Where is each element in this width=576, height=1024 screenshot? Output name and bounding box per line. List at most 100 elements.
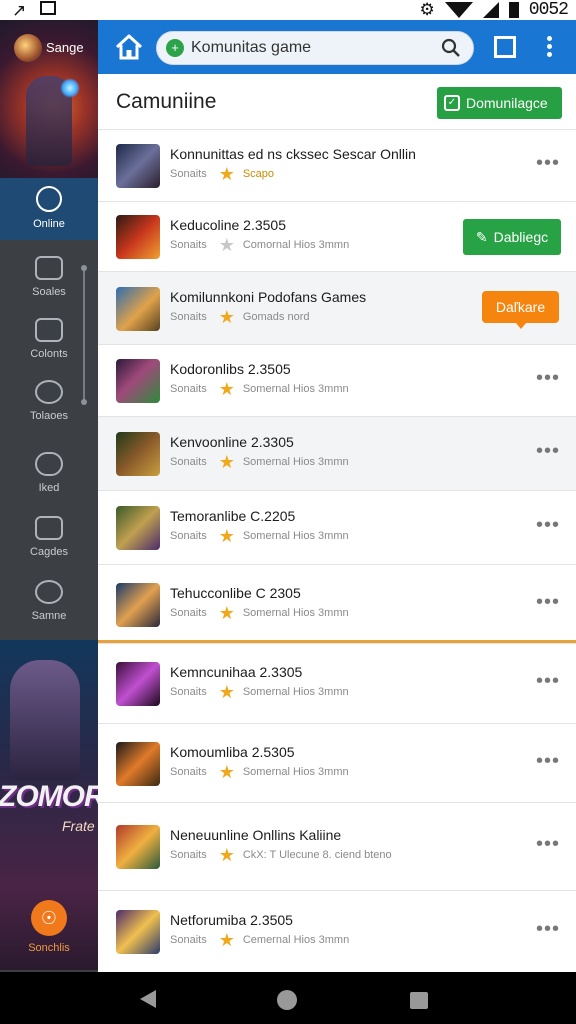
item-title: Kodoronlibs 2.3505 — [170, 361, 291, 377]
item-subtitle: Sonaits — [170, 168, 207, 180]
sidebar: Sange Online Soales Colonts Tolaoes Iked… — [0, 20, 98, 972]
item-title: Konnunittas ed ns ckssec Sescar Onllin — [170, 146, 416, 162]
settings-status-icon: ⚙ — [419, 0, 435, 19]
item-title: Temoranlibe C.2205 — [170, 508, 296, 524]
download-button[interactable]: ✎ Dabliegc — [463, 219, 561, 255]
star-icon: ★ — [218, 307, 235, 327]
clock: 0052 — [528, 0, 569, 20]
wifi-icon — [444, 2, 473, 18]
more-options-icon[interactable]: ••• — [536, 670, 560, 693]
item-description: Somernal Hios 3mmn — [242, 456, 349, 468]
sidebar-bottom-label: Sonchlis — [28, 942, 70, 954]
game-thumbnail — [116, 910, 160, 954]
home-button[interactable] — [114, 33, 144, 61]
system-navbar — [0, 972, 576, 1024]
sidebar-item-label: Iked — [38, 482, 60, 494]
banner-logo: ZOMORK — [0, 780, 98, 813]
item-title: Komilunnkoni Podofans Games — [170, 289, 367, 305]
item-subtitle: Sonaits — [170, 456, 207, 468]
header-action-button[interactable]: ✓ Domunilagce — [437, 87, 562, 119]
item-subtitle: Sonaits — [170, 686, 207, 698]
sidebar-item-cloud[interactable]: Iked — [0, 444, 98, 506]
sidebar-item-label: Samne — [31, 610, 67, 622]
star-icon: ★ — [218, 235, 235, 255]
game-thumbnail — [116, 506, 160, 550]
more-options-icon[interactable]: ••• — [536, 440, 560, 463]
item-meta: Sonaits ★ Somernal Hios 3mmn — [170, 603, 349, 623]
star-icon: ★ — [218, 603, 235, 623]
list-item[interactable]: Keducoline 2.3505 Sonaits ★ Comornal Hios 3… — [98, 201, 576, 271]
online-icon — [36, 186, 62, 212]
install-button[interactable]: Daľkare — [482, 291, 559, 329]
more-options-icon[interactable]: ••• — [536, 367, 560, 390]
banner-artwork — [10, 660, 80, 780]
sidebar-item-cards[interactable]: Cagdes — [0, 508, 98, 570]
heart-icon — [35, 580, 63, 604]
sidebar-header[interactable]: Sange — [0, 20, 98, 178]
window-icon[interactable] — [494, 36, 516, 58]
item-title: Netforumiba 2.3505 — [170, 912, 293, 928]
item-description: Somernal Hios 3mmn — [242, 383, 349, 395]
more-options-icon[interactable]: ••• — [536, 918, 560, 941]
avatar[interactable] — [14, 34, 42, 62]
sidebar-scrollbar[interactable] — [81, 265, 87, 405]
item-description: Somernal Hios 3mmn — [242, 607, 349, 619]
search-input[interactable]: Komunitas game — [191, 39, 311, 57]
list-item[interactable]: Konnunittas ed ns ckssec Sescar Onllin So… — [98, 129, 576, 201]
list-item[interactable]: Komoumliba 2.5305 Sonaits ★ Somernal Hios 3… — [98, 723, 576, 802]
battery-icon — [508, 2, 519, 18]
contacts-icon — [35, 318, 63, 342]
item-meta: Sonaits ★ Comornal Hios 3mmn — [170, 235, 349, 255]
profile-name: Sange — [46, 40, 84, 55]
list-item[interactable]: Tehucconlibe C 2305 Sonaits ★ Somernal Hios… — [98, 564, 576, 643]
more-options-icon[interactable]: ••• — [536, 750, 560, 773]
star-icon: ★ — [218, 379, 235, 399]
sidebar-item-online[interactable]: Online — [0, 178, 98, 240]
recents-icon[interactable] — [410, 992, 428, 1009]
more-options-icon[interactable]: ••• — [536, 514, 560, 537]
back-icon[interactable] — [140, 990, 156, 1008]
search-icon[interactable] — [441, 38, 461, 58]
item-description: Somernal Hios 3mmn — [242, 530, 349, 542]
more-options-icon[interactable]: ••• — [536, 833, 560, 856]
swirl-icon: ☉ — [31, 900, 67, 936]
sidebar-item-label: Soales — [32, 286, 66, 298]
list-item[interactable]: Kenvoonline 2.3305 Sonaits ★ Somernal Hios … — [98, 416, 576, 490]
cards-icon — [35, 516, 63, 540]
hero-glow — [60, 78, 80, 98]
item-meta: Sonaits ★ Somernal Hios 3mmn — [170, 379, 349, 399]
list-item[interactable]: Neneuunline Onllins Kaliine Sonaits ★ CkX: … — [98, 802, 576, 890]
item-description: Scapo — [242, 168, 275, 180]
list-item[interactable]: Komilunnkoni Podofans Games Sonaits ★ Gomad… — [98, 271, 576, 344]
sidebar-item-label: Cagdes — [30, 546, 68, 558]
item-subtitle: Sonaits — [170, 934, 207, 946]
star-icon: ★ — [218, 164, 235, 184]
item-meta: Sonaits ★ Somernal Hios 3mmn — [170, 763, 349, 781]
main-content: Camuniine ✓ Domunilagce Konnunittas ed n… — [98, 74, 576, 972]
list-item[interactable]: Netforumiba 2.3505 Sonaits ★ Cemernal Hios … — [98, 890, 576, 972]
game-thumbnail — [116, 287, 160, 331]
more-vert-icon[interactable] — [542, 36, 556, 58]
item-description: CkX: T Ulecune 8. ciend bteno — [242, 849, 392, 861]
item-subtitle: Sonaits — [170, 383, 207, 395]
sidebar-item-heart[interactable]: Samne — [0, 572, 98, 634]
status-bar: ↗ ⚙ 0052 — [0, 0, 576, 20]
section-divider — [98, 640, 576, 643]
tools-icon — [35, 380, 63, 404]
item-meta: Sonaits ★ Somernal Hios 3mmn — [170, 526, 349, 546]
item-meta: Sonaits ★ Gomads nord — [170, 307, 310, 327]
more-options-icon[interactable]: ••• — [536, 591, 560, 614]
star-icon: ★ — [218, 526, 235, 546]
more-options-icon[interactable]: ••• — [536, 152, 560, 175]
page-title: Camuniine — [116, 90, 217, 113]
game-thumbnail — [116, 742, 160, 786]
search-bar[interactable]: + Komunitas game — [156, 31, 474, 65]
list-item[interactable]: Kodoronlibs 2.3505 Sonaits ★ Somernal Hios … — [98, 344, 576, 416]
list-item[interactable]: Kemncunihaa 2.3305 Sonaits ★ Somernal Hios … — [98, 643, 576, 723]
check-icon: ✓ — [444, 95, 460, 111]
sidebar-bottom-button[interactable]: ☉ Sonchlis — [0, 900, 98, 954]
star-icon: ★ — [218, 845, 235, 865]
home-circle-icon[interactable] — [277, 990, 297, 1010]
list-item[interactable]: Temoranlibe C.2205 Sonaits ★ Somernal Hios … — [98, 490, 576, 564]
item-meta: Sonaits ★ Scapo — [170, 164, 275, 184]
